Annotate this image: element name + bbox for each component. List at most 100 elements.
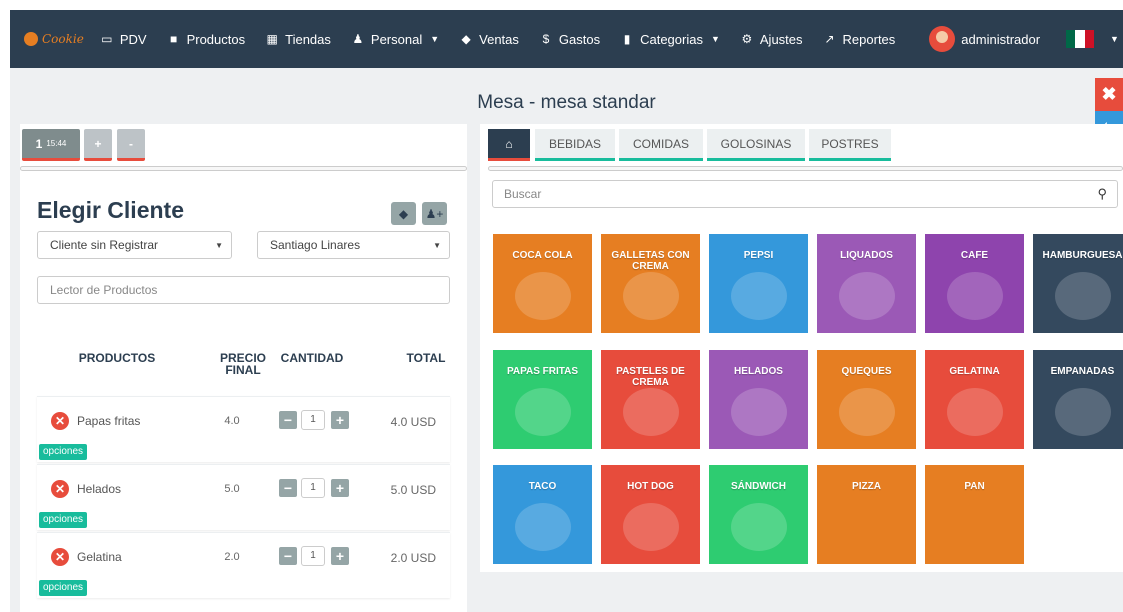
order-number: 1 xyxy=(35,136,43,151)
product-tile[interactable]: GELATINA xyxy=(925,350,1024,449)
waiter-select[interactable]: Santiago Linares ▼ xyxy=(257,231,450,259)
order-tab-active[interactable]: 1 15:44 xyxy=(22,129,80,161)
options-button[interactable]: opciones xyxy=(39,580,88,596)
item-price: 5.0 xyxy=(224,483,240,495)
scanner-placeholder: Lector de Productos xyxy=(50,283,158,297)
item-total: 5.0 USD xyxy=(390,483,436,497)
product-label: PAN xyxy=(964,481,985,492)
product-photo xyxy=(515,272,571,320)
nav-item-ajustes[interactable]: ⚙ Ajustes xyxy=(730,10,813,68)
tab-golosinas[interactable]: GOLOSINAS xyxy=(707,129,805,161)
product-tile[interactable]: QUEQUES xyxy=(817,350,916,449)
tab-home[interactable]: ⌂ xyxy=(488,129,530,161)
nav-label: Ventas xyxy=(479,31,519,47)
nav-item-reportes[interactable]: ↗ Reportes xyxy=(813,10,906,68)
close-button[interactable]: ✖ xyxy=(1095,78,1123,111)
product-label: EMPANADAS xyxy=(1050,366,1115,377)
product-tile[interactable]: LIQUADOS xyxy=(817,234,916,333)
page-title: Mesa - mesa standar xyxy=(477,92,656,113)
search-input[interactable]: Buscar ⚲ xyxy=(492,180,1118,208)
product-tile[interactable]: TACO xyxy=(493,465,592,564)
nav-label: Categorias xyxy=(640,31,703,47)
user-menu[interactable]: administrador xyxy=(919,10,1050,68)
options-button[interactable]: opciones xyxy=(39,512,88,528)
nav-label: PDV xyxy=(119,31,147,47)
tag-icon: ◆ xyxy=(398,206,409,221)
qty-plus-button[interactable]: + xyxy=(331,411,349,429)
nav-label: Reportes xyxy=(842,31,896,47)
qty-input[interactable]: 1 xyxy=(301,478,325,498)
product-tile[interactable]: EMPANADAS xyxy=(1033,350,1123,449)
product-tile[interactable]: CAFE xyxy=(925,234,1024,333)
product-label: TACO xyxy=(528,481,557,492)
nav-item-productos[interactable]: ■ Productos xyxy=(157,10,256,68)
product-label: SÁNDWICH xyxy=(731,481,786,492)
tab-postres[interactable]: POSTRES xyxy=(809,129,891,161)
add-order-button[interactable]: + xyxy=(84,129,112,161)
product-photo xyxy=(623,388,679,436)
client-select[interactable]: Cliente sin Registrar ▼ xyxy=(37,231,232,259)
product-label: CAFE xyxy=(960,250,989,261)
product-photo xyxy=(515,503,571,551)
nav-item-pdv[interactable]: ▭ PDV xyxy=(90,10,157,68)
item-name: Gelatina xyxy=(77,550,122,564)
qty-minus-button[interactable]: − xyxy=(279,479,297,497)
waiter-select-value: Santiago Linares xyxy=(270,238,361,252)
remove-item-icon[interactable]: ✕ xyxy=(51,548,69,566)
product-photo xyxy=(839,272,895,320)
order-panel: 1 15:44 + - Elegir Cliente ◆ ♟+ Cliente … xyxy=(20,124,467,612)
product-tile[interactable]: COCA COLA xyxy=(493,234,592,333)
caret-down-icon: ▼ xyxy=(215,240,223,250)
header-products: PRODUCTOS xyxy=(78,351,156,365)
remove-item-icon[interactable]: ✕ xyxy=(51,480,69,498)
nav-item-categorias[interactable]: ▮ Categorias ▼ xyxy=(610,10,730,68)
add-client-button[interactable]: ♟+ xyxy=(422,202,447,225)
cogs-icon: ⚙ xyxy=(741,32,753,46)
nav-item-personal[interactable]: ♟ Personal ▼ xyxy=(341,10,449,68)
brand-logo[interactable]: Cookie xyxy=(10,32,90,46)
tab-bebidas[interactable]: BEBIDAS xyxy=(535,129,615,161)
remove-order-button[interactable]: - xyxy=(117,129,145,161)
product-tile[interactable]: GALLETAS CON CREMA xyxy=(601,234,700,333)
product-scanner-input[interactable]: Lector de Productos xyxy=(37,276,450,304)
language-selector[interactable]: ▼ xyxy=(1056,10,1123,68)
product-photo xyxy=(1055,388,1111,436)
catalog-panel: ⌂ BEBIDAS COMIDAS GOLOSINAS POSTRES Busc… xyxy=(480,124,1123,572)
discount-button[interactable]: ◆ xyxy=(391,202,416,225)
item-price: 4.0 xyxy=(224,415,240,427)
product-label: LIQUADOS xyxy=(840,250,893,261)
product-tile[interactable]: HOT DOG xyxy=(601,465,700,564)
header-qty: CANTIDAD xyxy=(280,351,344,365)
remove-item-icon[interactable]: ✕ xyxy=(51,412,69,430)
product-tile[interactable]: PAN xyxy=(925,465,1024,564)
qty-input[interactable]: 1 xyxy=(301,546,325,566)
product-photo xyxy=(623,503,679,551)
nav-item-gastos[interactable]: $ Gastos xyxy=(529,10,610,68)
tabs-scrollbar[interactable] xyxy=(20,166,467,171)
qty-input[interactable]: 1 xyxy=(301,410,325,430)
product-photo xyxy=(839,388,895,436)
product-tile[interactable]: HAMBURGUESA xyxy=(1033,234,1123,333)
search-placeholder: Buscar xyxy=(504,187,542,201)
options-button[interactable]: opciones xyxy=(39,444,88,460)
product-tile[interactable]: PEPSI xyxy=(709,234,808,333)
product-label: QUEQUES xyxy=(841,366,892,377)
qty-minus-button[interactable]: − xyxy=(279,547,297,565)
product-tile[interactable]: SÁNDWICH xyxy=(709,465,808,564)
product-photo xyxy=(947,272,1003,320)
qty-minus-button[interactable]: − xyxy=(279,411,297,429)
product-tile[interactable]: PASTELES DE CREMA xyxy=(601,350,700,449)
table-row: ✕ Helados 5.0 − 1 + 5.0 USD opciones xyxy=(37,464,450,530)
product-photo xyxy=(1055,272,1111,320)
nav-item-ventas[interactable]: ◆ Ventas xyxy=(449,10,529,68)
product-tile[interactable]: PAPAS FRITAS xyxy=(493,350,592,449)
header-price-line2: FINAL xyxy=(225,363,261,377)
category-scrollbar[interactable] xyxy=(488,166,1123,171)
qty-plus-button[interactable]: + xyxy=(331,547,349,565)
close-icon: ✖ xyxy=(1101,84,1117,104)
nav-item-tiendas[interactable]: ▦ Tiendas xyxy=(255,10,341,68)
product-tile[interactable]: HELADOS xyxy=(709,350,808,449)
product-tile[interactable]: PIZZA xyxy=(817,465,916,564)
qty-plus-button[interactable]: + xyxy=(331,479,349,497)
tab-comidas[interactable]: COMIDAS xyxy=(619,129,703,161)
